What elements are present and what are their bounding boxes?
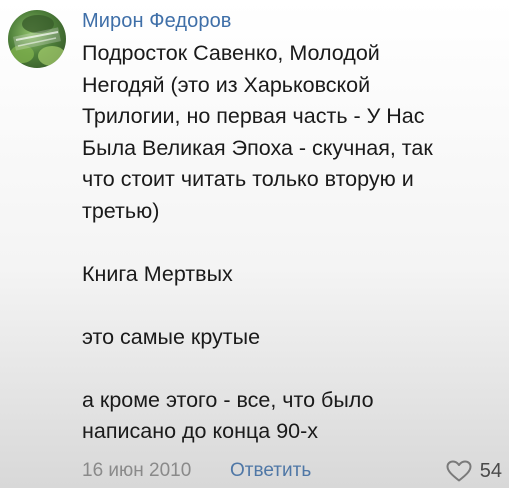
author-name[interactable]: Мирон Федоров — [82, 10, 232, 33]
comment-line: Была Великая Эпоха - скучная, так — [82, 135, 433, 160]
comment-line: а кроме этого - все, что было — [82, 387, 374, 412]
comment-line: третью) — [82, 198, 160, 223]
comment-line: Подросток Савенко, Молодой — [82, 41, 380, 65]
comment-line: Негодяй (это из Харьковской — [82, 72, 371, 97]
comment-line: написано до конца 90-х — [82, 419, 319, 443]
like-count: 54 — [479, 460, 502, 482]
heart-outline-icon — [446, 460, 472, 482]
comment-footer: 16 июн 2010 Ответить 54 — [82, 458, 502, 484]
reply-button[interactable]: Ответить — [230, 458, 311, 484]
comment-line: Трилогии, но первая часть - У Нас — [82, 104, 425, 128]
avatar[interactable] — [8, 10, 66, 68]
comment-line: это самые крутые — [82, 324, 261, 349]
comment-text: Подросток Савенко, Молодой Негодяй (это … — [82, 38, 492, 448]
comment-line: Книга Мертвых — [82, 261, 233, 286]
comment-date[interactable]: 16 июн 2010 — [82, 458, 191, 484]
like-button[interactable]: 54 — [446, 458, 502, 484]
comment-item: Мирон Федоров Подросток Савенко, Молодой… — [0, 0, 509, 488]
comment-line: что стоит читать только вторую и — [82, 167, 414, 191]
